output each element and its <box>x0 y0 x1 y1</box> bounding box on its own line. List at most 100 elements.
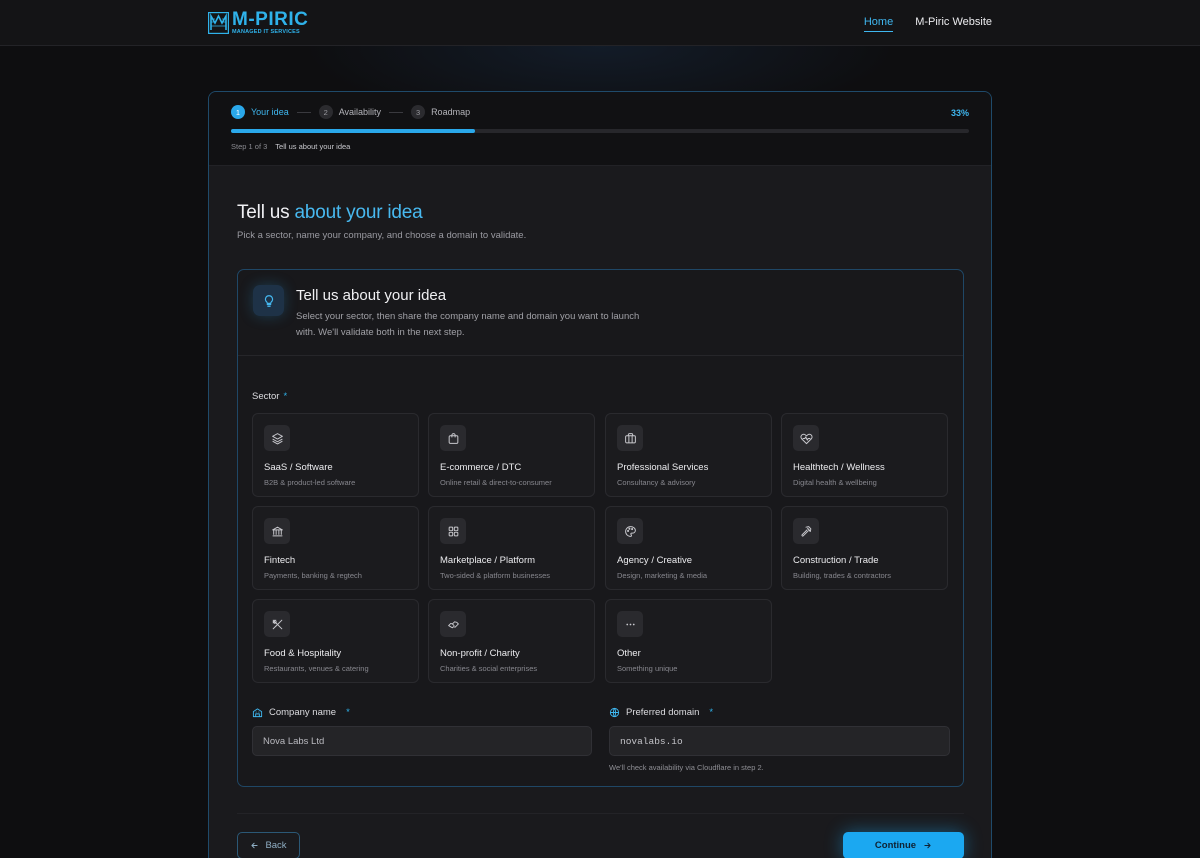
company-name-input[interactable]: Nova Labs Ltd <box>252 726 592 756</box>
step-your-idea[interactable]: 1 Your idea <box>231 105 289 119</box>
sector-option-construction[interactable]: Construction / Trade Building, trades & … <box>781 506 948 590</box>
handshake-icon <box>440 611 466 637</box>
sector-option-healthtech[interactable]: Healthtech / Wellness Digital health & w… <box>781 413 948 497</box>
brand-subtitle: MANAGED IT SERVICES <box>232 29 300 35</box>
sector-option-marketplace[interactable]: Marketplace / Platform Two-sided & platf… <box>428 506 595 590</box>
step-separator <box>296 111 311 113</box>
progress-bar <box>231 129 969 133</box>
sector-description: Design, marketing & media <box>617 571 708 580</box>
idea-card: Tell us about your idea Select your sect… <box>237 269 964 787</box>
back-button[interactable]: Back <box>237 832 300 858</box>
card-header: Tell us about your idea Select your sect… <box>238 270 963 356</box>
step-label: Availability <box>338 107 382 117</box>
palette-icon <box>617 518 643 544</box>
step-label: Roadmap <box>431 107 471 117</box>
required-mark: * <box>346 707 350 718</box>
continue-button[interactable]: Continue <box>843 832 964 858</box>
back-button-label: Back <box>265 840 287 851</box>
brand-logo[interactable]: M-PIRIC MANAGED IT SERVICES <box>208 10 308 36</box>
sector-title: Agency / Creative <box>617 555 692 566</box>
progress-percent: 33% <box>950 108 969 118</box>
step-counter: Step 1 of 3 <box>231 142 268 151</box>
sector-title: Other <box>617 648 641 659</box>
card-description: Select your sector, then share the compa… <box>296 311 640 338</box>
page-subtitle: Pick a sector, name your company, and ch… <box>237 230 527 241</box>
sector-option-agency[interactable]: Agency / Creative Design, marketing & me… <box>605 506 772 590</box>
page-title: Tell us about your idea <box>237 202 423 224</box>
step-separator <box>389 111 404 113</box>
sector-title: Professional Services <box>617 462 709 473</box>
sector-description: Digital health & wellbeing <box>793 478 877 487</box>
sector-option-nonprofit[interactable]: Non-profit / Charity Charities & social … <box>428 599 595 683</box>
globe-icon <box>609 707 620 718</box>
sector-option-professional-services[interactable]: Professional Services Consultancy & advi… <box>605 413 772 497</box>
progress-fill <box>231 129 475 133</box>
sector-title: Non-profit / Charity <box>440 648 520 659</box>
required-mark: * <box>283 391 288 402</box>
wizard-panel: 1 Your idea 2 Availability 3 Roadmap 33%… <box>208 91 992 858</box>
sector-title: Marketplace / Platform <box>440 555 536 566</box>
company-name-label: Company name * <box>252 707 350 718</box>
building-icon <box>252 708 263 718</box>
footer-divider <box>237 813 964 814</box>
step-label: Your idea <box>251 107 289 117</box>
sector-option-saas[interactable]: SaaS / Software B2B & product-led softwa… <box>252 413 419 497</box>
sector-description: Restaurants, venues & catering <box>264 664 369 673</box>
sector-description: Charities & social enterprises <box>440 664 538 673</box>
step-title: Tell us about your idea <box>275 142 351 151</box>
preferred-domain-label: Preferred domain * <box>609 707 713 718</box>
page-title-plain: Tell us <box>237 202 295 223</box>
wizard-progress-header: 1 Your idea 2 Availability 3 Roadmap 33%… <box>209 92 991 166</box>
company-name-value: Nova Labs Ltd <box>263 735 325 747</box>
top-navbar: M-PIRIC MANAGED IT SERVICES Home M-Piric… <box>0 0 1200 46</box>
sector-title: Food & Hospitality <box>264 648 342 659</box>
step-number: 1 <box>231 105 245 119</box>
sector-option-ecommerce[interactable]: E-commerce / DTC Online retail & direct-… <box>428 413 595 497</box>
lightbulb-icon <box>253 285 284 316</box>
brand-title: M-PIRIC <box>232 9 309 30</box>
utensils-icon <box>264 611 290 637</box>
preferred-domain-value: novalabs.io <box>620 735 683 747</box>
domain-hint: We'll check availability via Cloudflare … <box>609 763 764 772</box>
logo-mark-icon <box>208 11 229 34</box>
hammer-icon <box>793 518 819 544</box>
briefcase-icon <box>617 425 643 451</box>
preferred-domain-input[interactable]: novalabs.io <box>609 726 950 756</box>
page-title-highlight: about your idea <box>294 202 423 223</box>
nav-website-link[interactable]: M-Piric Website <box>915 16 992 32</box>
shopping-bag-icon <box>440 425 466 451</box>
sector-description: Consultancy & advisory <box>617 478 696 487</box>
sector-title: SaaS / Software <box>264 462 333 473</box>
sector-option-food[interactable]: Food & Hospitality Restaurants, venues &… <box>252 599 419 683</box>
step-number: 3 <box>411 105 426 119</box>
arrow-right-icon <box>924 842 931 849</box>
arrow-left-icon <box>251 842 259 849</box>
step-caption: Step 1 of 3 Tell us about your idea <box>231 142 350 151</box>
more-horizontal-icon <box>617 611 643 637</box>
step-roadmap[interactable]: 3 Roadmap <box>411 105 470 119</box>
main-nav: Home M-Piric Website <box>863 16 992 32</box>
sector-title: Healthtech / Wellness <box>793 462 885 473</box>
sector-description: Payments, banking & regtech <box>264 571 362 580</box>
heart-pulse-icon <box>793 425 819 451</box>
grid-icon <box>440 518 466 544</box>
company-name-label-text: Company name <box>269 707 337 718</box>
step-number: 2 <box>318 105 333 119</box>
sector-title: E-commerce / DTC <box>440 462 522 473</box>
sector-description: B2B & product-led software <box>264 478 356 487</box>
step-availability[interactable]: 2 Availability <box>318 105 382 119</box>
layers-icon <box>264 425 290 451</box>
sector-description: Building, trades & contractors <box>793 571 891 580</box>
sector-title: Fintech <box>264 555 296 566</box>
sector-option-fintech[interactable]: Fintech Payments, banking & regtech <box>252 506 419 590</box>
preferred-domain-label-text: Preferred domain <box>626 707 700 718</box>
required-mark: * <box>709 707 714 718</box>
sector-title: Construction / Trade <box>793 555 879 566</box>
continue-button-label: Continue <box>874 840 917 851</box>
sector-label-text: Sector <box>252 391 280 402</box>
sector-label: Sector * <box>252 391 287 402</box>
sector-description: Two-sided & platform businesses <box>440 571 551 580</box>
nav-home-link[interactable]: Home <box>863 16 894 32</box>
sector-option-other[interactable]: Other Something unique <box>605 599 772 683</box>
card-title: Tell us about your idea <box>296 287 447 304</box>
